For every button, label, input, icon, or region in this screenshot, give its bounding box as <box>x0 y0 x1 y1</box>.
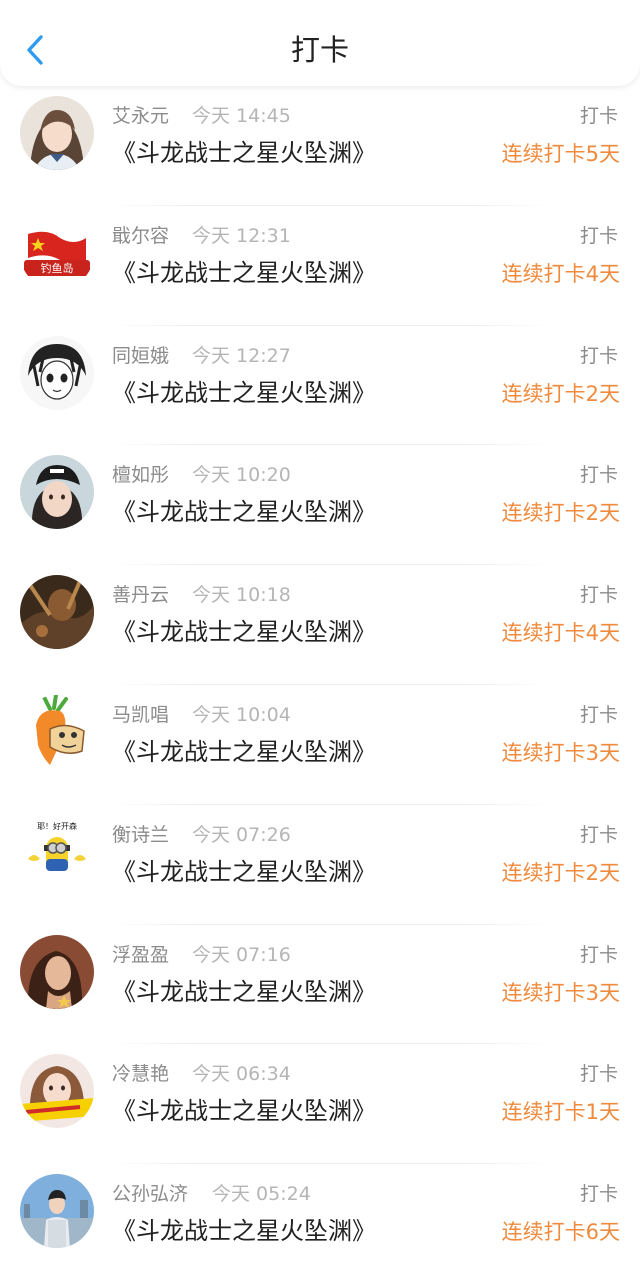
checkin-time: 今天 07:26 <box>192 823 291 846</box>
streak-label: 连续打卡6天 <box>501 1220 620 1245</box>
checkin-row[interactable]: 耶！好开森 衡诗兰 今天 07:26 《斗龙战士之星火坠渊》 打卡 连续打卡2天 <box>0 805 640 925</box>
user-name: 善丹云 <box>112 584 170 607</box>
dark-scene-avatar-icon <box>20 575 94 650</box>
avatar[interactable] <box>20 1054 94 1129</box>
action-label: 打卡 <box>579 344 618 367</box>
book-title[interactable]: 《斗龙战士之星火坠渊》 <box>112 138 376 168</box>
checkin-time: 今天 14:45 <box>192 105 291 127</box>
user-name: 戢尔容 <box>112 224 170 247</box>
checkin-time: 今天 05:24 <box>212 1183 311 1206</box>
user-name: 衡诗兰 <box>112 823 170 846</box>
woman-banner-avatar-icon <box>20 1054 94 1129</box>
avatar[interactable]: 钓鱼岛 <box>20 215 94 290</box>
avatar[interactable] <box>20 575 94 650</box>
streak-label: 连续打卡2天 <box>501 501 620 526</box>
action-label: 打卡 <box>579 943 618 966</box>
page-title: 打卡 <box>290 33 349 67</box>
woman-star-avatar-icon <box>20 934 94 1009</box>
book-title[interactable]: 《斗龙战士之星火坠渊》 <box>112 1216 376 1246</box>
streak-label: 连续打卡2天 <box>501 860 620 885</box>
avatar[interactable] <box>20 455 94 530</box>
user-name: 浮盈盈 <box>112 943 170 966</box>
book-title[interactable]: 《斗龙战士之星火坠渊》 <box>112 737 376 767</box>
streak-label: 连续打卡4天 <box>501 621 620 646</box>
avatar-caption-text: 耶！好开森 <box>37 821 77 831</box>
streak-label: 连续打卡3天 <box>501 980 620 1005</box>
streak-label: 连续打卡1天 <box>501 1100 620 1125</box>
checkin-time: 今天 06:34 <box>192 1063 291 1086</box>
book-title[interactable]: 《斗龙战士之星火坠渊》 <box>112 378 376 408</box>
streak-label: 连续打卡5天 <box>501 142 620 166</box>
book-title[interactable]: 《斗龙战士之星火坠渊》 <box>112 857 376 887</box>
book-title[interactable]: 《斗龙战士之星火坠渊》 <box>112 258 376 288</box>
avatar[interactable] <box>20 694 94 769</box>
avatar-flag-text: 钓鱼岛 <box>41 261 74 275</box>
action-label: 打卡 <box>579 224 618 247</box>
avatar[interactable] <box>20 1174 94 1249</box>
checkin-row[interactable]: 善丹云 今天 10:18 《斗龙战士之星火坠渊》 打卡 连续打卡4天 <box>0 565 640 685</box>
checkin-row[interactable]: 檀如彤 今天 10:20 《斗龙战士之星火坠渊》 打卡 连续打卡2天 <box>0 445 640 565</box>
action-label: 打卡 <box>579 703 618 726</box>
user-name: 公孙弘济 <box>112 1183 189 1206</box>
streak-label: 连续打卡4天 <box>501 261 620 286</box>
minion-avatar-icon: 耶！好开森 <box>20 814 94 889</box>
user-name: 檀如彤 <box>112 464 170 487</box>
girl-portrait-avatar-icon <box>20 96 94 170</box>
action-label: 打卡 <box>579 1063 618 1086</box>
streak-label: 连续打卡2天 <box>501 381 620 406</box>
checkin-time: 今天 10:20 <box>192 464 291 487</box>
book-title[interactable]: 《斗龙战士之星火坠渊》 <box>112 1096 376 1126</box>
action-label: 打卡 <box>579 584 618 607</box>
avatar[interactable] <box>20 934 94 1009</box>
action-label: 打卡 <box>579 1183 618 1206</box>
streak-label: 连续打卡3天 <box>501 740 620 765</box>
action-label: 打卡 <box>579 464 618 487</box>
checkin-row[interactable]: 同姮娥 今天 12:27 《斗龙战士之星火坠渊》 打卡 连续打卡2天 <box>0 326 640 446</box>
manga-avatar-icon <box>20 335 94 410</box>
flag-avatar-icon: 钓鱼岛 <box>20 215 94 290</box>
action-label: 打卡 <box>579 105 618 127</box>
checkin-time: 今天 10:04 <box>192 703 291 726</box>
checkin-row[interactable]: 艾永元 今天 14:45 《斗龙战士之星火坠渊》 打卡 连续打卡5天 <box>0 86 640 206</box>
avatar[interactable] <box>20 96 94 170</box>
checkin-row[interactable]: 公孙弘济 今天 05:24 《斗龙战士之星火坠渊》 打卡 连续打卡6天 <box>0 1164 640 1264</box>
checkin-row[interactable]: 马凯唱 今天 10:04 《斗龙战士之星火坠渊》 打卡 连续打卡3天 <box>0 685 640 805</box>
checkin-list: 艾永元 今天 14:45 《斗龙战士之星火坠渊》 打卡 连续打卡5天 钓鱼岛 戢… <box>0 86 640 1264</box>
book-title[interactable]: 《斗龙战士之星火坠渊》 <box>112 977 376 1007</box>
carrot-cartoon-avatar-icon <box>20 694 94 769</box>
book-title[interactable]: 《斗龙战士之星火坠渊》 <box>112 497 376 527</box>
checkin-time: 今天 10:18 <box>192 584 291 607</box>
man-city-avatar-icon <box>20 1174 94 1249</box>
checkin-row[interactable]: 浮盈盈 今天 07:16 《斗龙战士之星火坠渊》 打卡 连续打卡3天 <box>0 925 640 1045</box>
book-title[interactable]: 《斗龙战士之星火坠渊》 <box>112 617 376 647</box>
user-name: 马凯唱 <box>112 703 170 726</box>
user-name: 艾永元 <box>112 105 170 127</box>
user-name: 冷慧艳 <box>112 1063 170 1086</box>
girl-cap-avatar-icon <box>20 455 94 530</box>
checkin-row[interactable]: 冷慧艳 今天 06:34 《斗龙战士之星火坠渊》 打卡 连续打卡1天 <box>0 1044 640 1164</box>
user-name: 同姮娥 <box>112 344 170 367</box>
action-label: 打卡 <box>579 823 618 846</box>
checkin-time: 今天 12:27 <box>192 344 291 367</box>
avatar[interactable] <box>20 335 94 410</box>
avatar[interactable]: 耶！好开森 <box>20 814 94 889</box>
checkin-time: 今天 07:16 <box>192 943 291 966</box>
checkin-time: 今天 12:31 <box>192 224 291 247</box>
top-nav-bar: 打卡 <box>0 0 640 86</box>
checkin-row[interactable]: 钓鱼岛 戢尔容 今天 12:31 《斗龙战士之星火坠渊》 打卡 连续打卡4天 <box>0 206 640 326</box>
